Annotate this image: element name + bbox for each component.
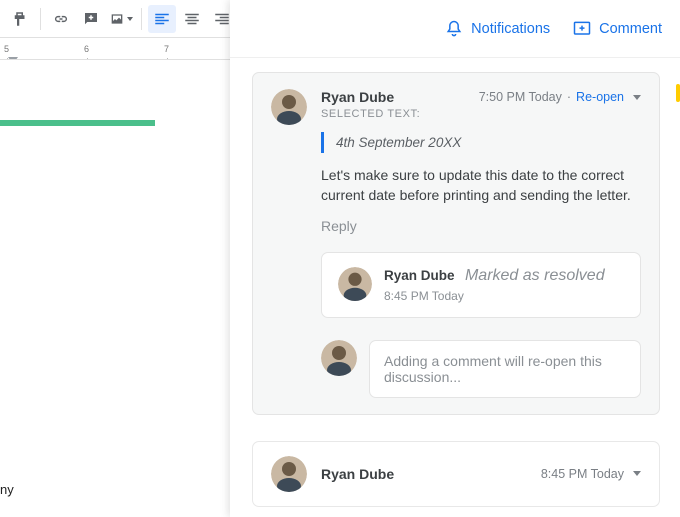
comments-panel-header: Notifications Comment [230,0,680,58]
resolution-status: Marked as resolved [465,267,605,284]
insert-image-icon[interactable] [107,5,135,33]
align-left-icon[interactable] [148,5,176,33]
comment-timestamp: 7:50 PM Today [479,90,562,104]
add-comment-inline-icon[interactable] [77,5,105,33]
ruler-number: 7 [164,44,169,54]
link-icon[interactable] [47,5,75,33]
avatar [321,340,357,376]
notifications-label: Notifications [471,21,550,37]
edge-indicator [676,84,680,102]
avatar [271,89,307,125]
ruler-number: 6 [84,44,89,54]
avatar [338,267,372,301]
reopen-button[interactable]: Re-open [576,90,624,104]
document-highlight-bar [0,120,155,126]
thread-menu-button[interactable] [633,95,641,100]
comment-author: Ryan Dube [321,466,394,482]
ruler[interactable]: 5 6 7 [0,38,230,60]
comment-thread[interactable]: Ryan Dube 7:50 PM Today · Re-open SELECT… [252,72,660,415]
comment-body: Let's make sure to update this date to t… [321,165,641,206]
comment-author: Ryan Dube [321,89,394,105]
toolbar-separator [141,8,142,30]
comment-meta: 8:45 PM Today [541,467,641,481]
paint-format-icon[interactable] [6,5,34,33]
selected-text-label: SELECTED TEXT: [321,108,641,120]
align-center-icon[interactable] [178,5,206,33]
comments-panel-body[interactable]: Ryan Dube 7:50 PM Today · Re-open SELECT… [230,58,680,517]
add-comment-button[interactable]: Comment [572,19,662,39]
thread-menu-button[interactable] [633,471,641,476]
reply-box: Adding a comment will re-open this discu… [321,340,641,398]
comment-meta: 7:50 PM Today · Re-open [479,90,641,104]
resolution-card: Ryan Dube Marked as resolved 8:45 PM Tod… [321,252,641,318]
resolution-timestamp: 8:45 PM Today [384,289,605,303]
ruler-number: 5 [4,44,9,54]
notifications-button[interactable]: Notifications [444,19,550,39]
comments-panel: Notifications Comment Ryan Dube [230,0,680,517]
comment-timestamp: 8:45 PM Today [541,467,624,481]
reply-button[interactable]: Reply [321,218,641,234]
toolbar-separator [40,8,41,30]
avatar [271,456,307,492]
add-comment-icon [572,19,592,39]
resolution-author: Ryan Dube [384,268,455,283]
document-area[interactable]: ny [0,60,230,517]
comment-thread[interactable]: Ryan Dube 8:45 PM Today [252,441,660,507]
reply-input[interactable]: Adding a comment will re-open this discu… [369,340,641,398]
bell-icon [444,19,464,39]
document-text-fragment: ny [0,482,14,497]
chevron-down-icon [127,17,133,21]
add-comment-label: Comment [599,21,662,37]
quoted-text: 4th September 20XX [321,132,641,153]
